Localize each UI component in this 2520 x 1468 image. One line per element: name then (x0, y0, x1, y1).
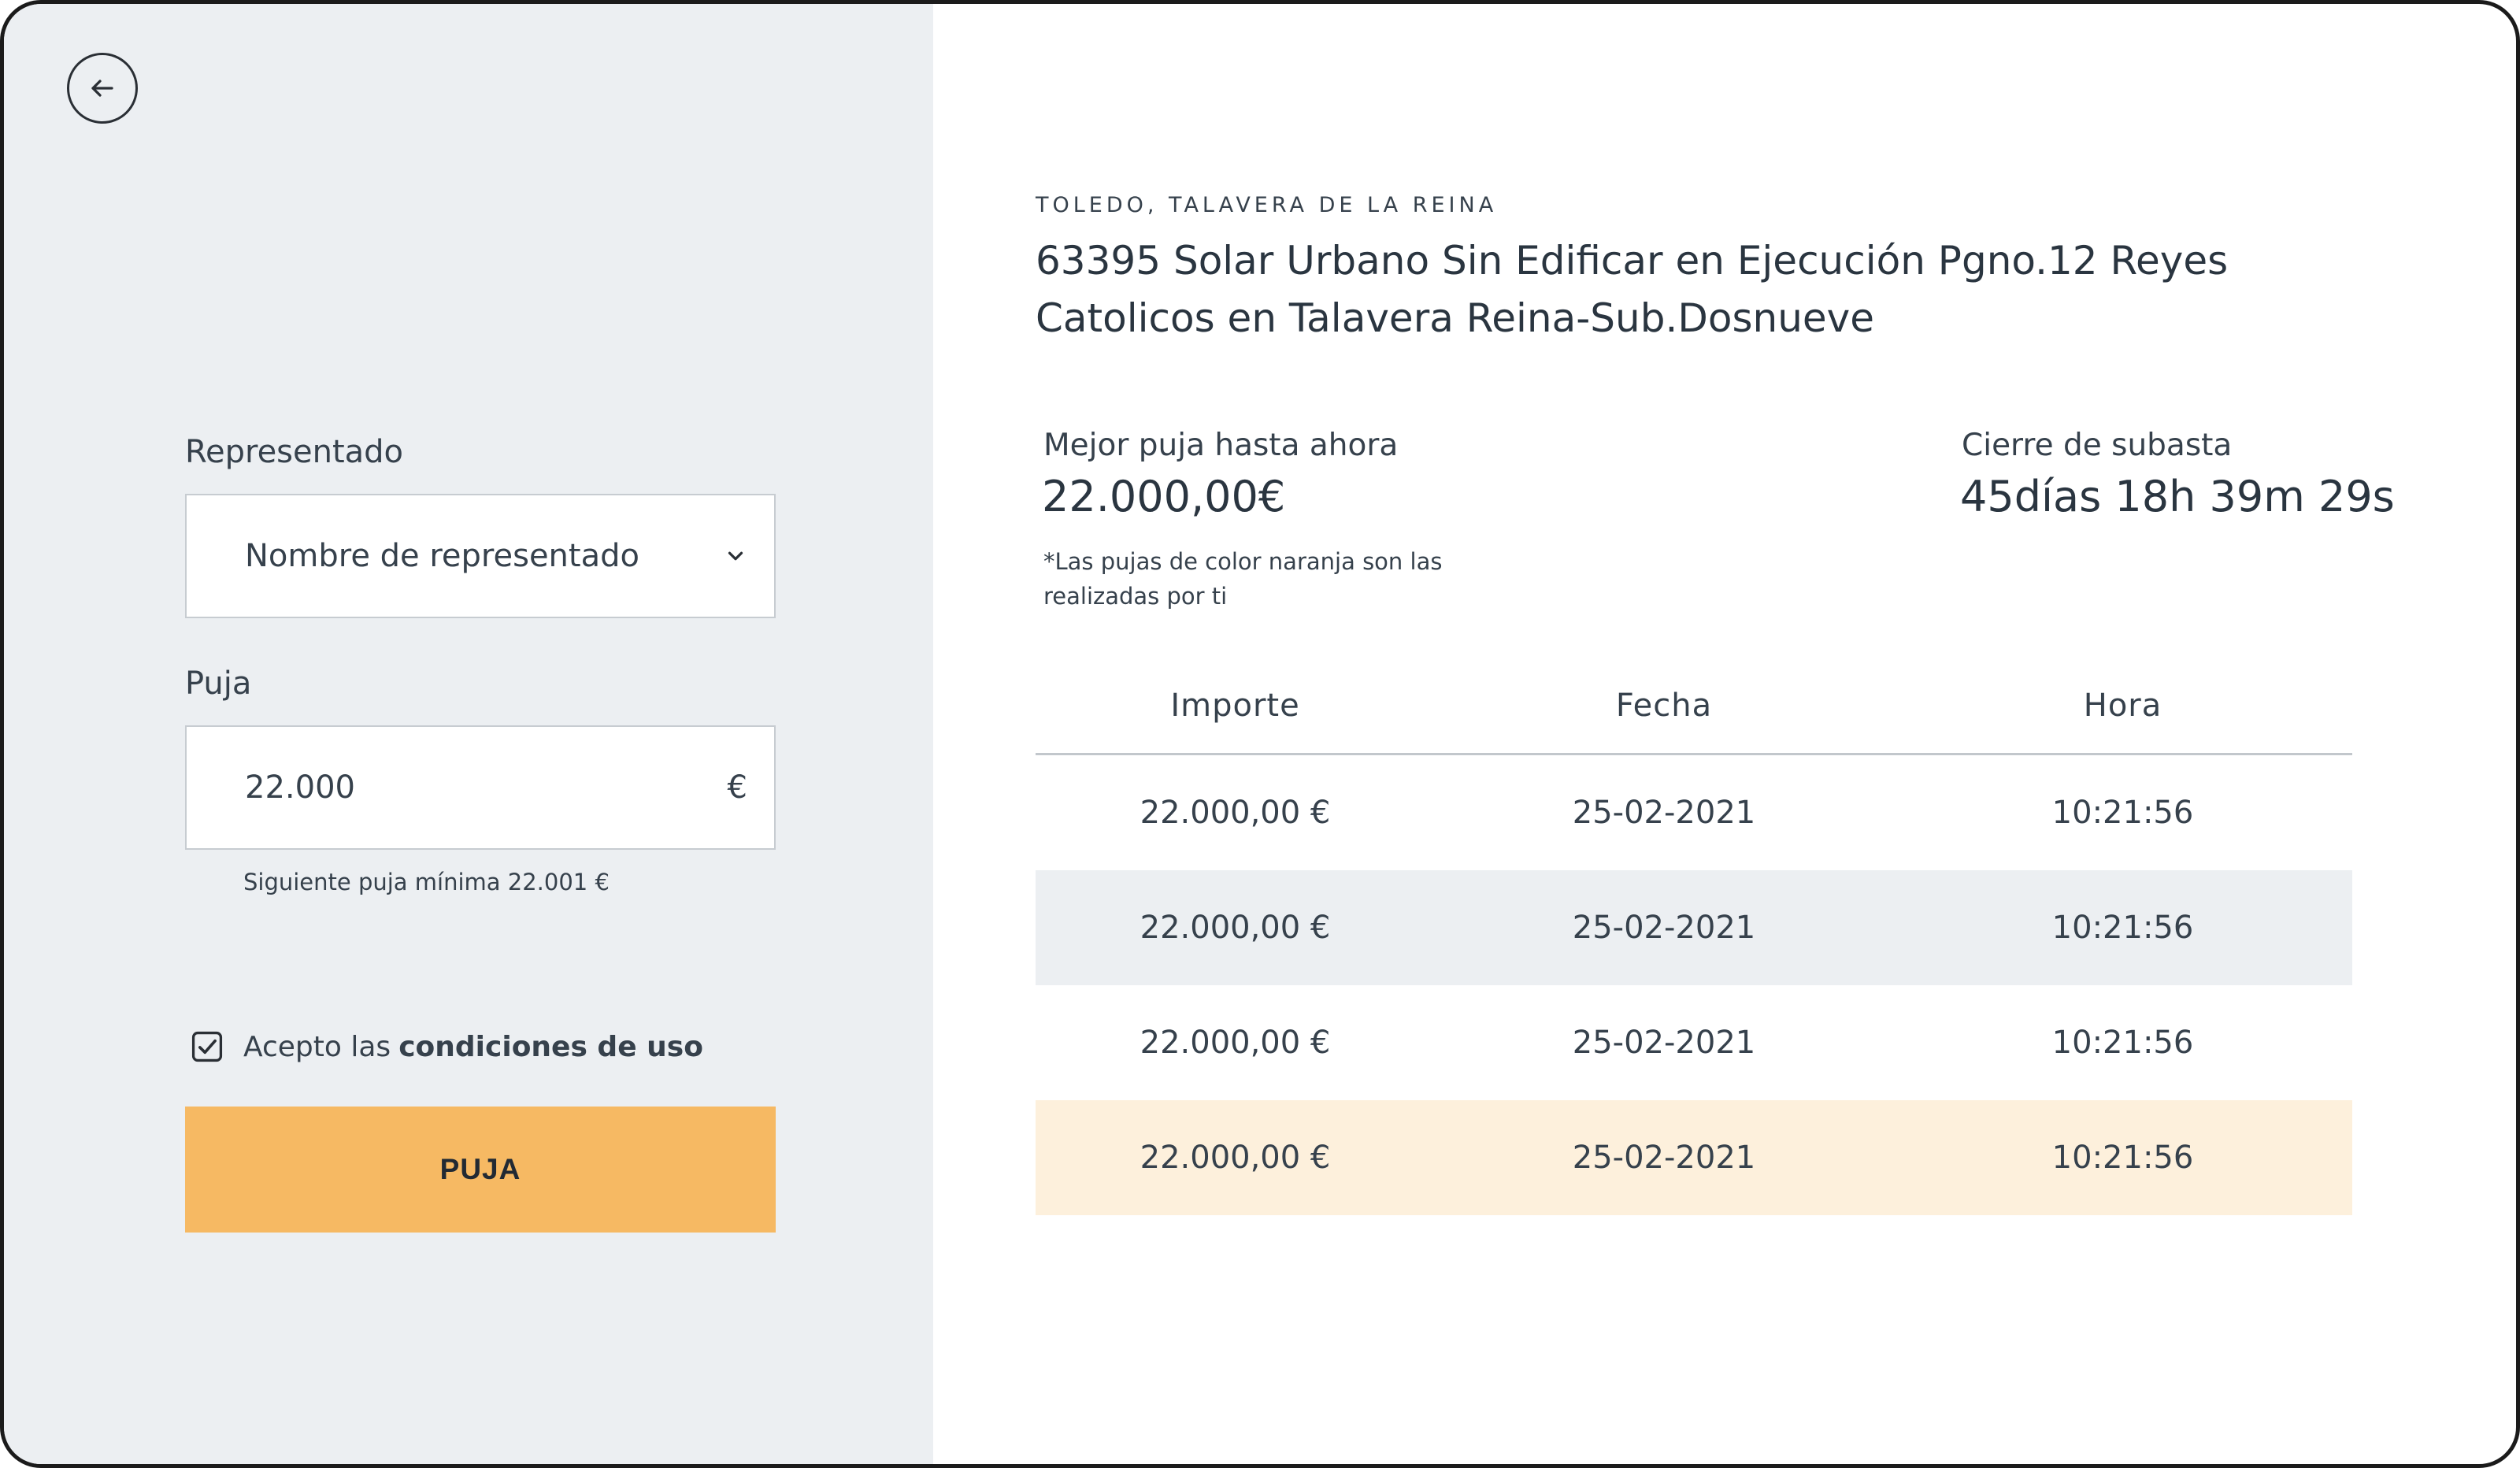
cell-fecha: 25-02-2021 (1572, 1140, 1756, 1176)
auction-close-label: Cierre de subasta (1962, 428, 2233, 463)
table-row: 22.000,00 € 25-02-2021 10:21:56 (1036, 985, 2352, 1100)
chevron-down-icon (728, 551, 743, 561)
terms-link[interactable]: condiciones de uso (398, 1031, 703, 1063)
puja-input-value: 22.000 (245, 769, 355, 806)
checkbox-checked-icon (191, 1031, 223, 1062)
best-bid-label: Mejor puja hasta ahora (1043, 428, 1399, 463)
header-hora: Hora (2083, 687, 2162, 724)
currency-symbol: € (727, 769, 747, 806)
app-window: Representado Nombre de representado Puja… (0, 0, 2520, 1468)
terms-text: Acepto las (243, 1030, 391, 1063)
cell-hora: 10:21:56 (2051, 795, 2194, 831)
table-header: Importe Fecha Hora (1036, 658, 2352, 755)
arrow-left-icon (91, 80, 113, 97)
auction-location: TOLEDO, TALAVERA DE LA REINA (1036, 193, 1498, 217)
best-bid-value: 22.000,00€ (1042, 472, 1286, 521)
min-bid-hint: Siguiente puja mínima 22.001 € (243, 869, 610, 895)
table-row: 22.000,00 € 25-02-2021 10:21:56 (1036, 755, 2352, 870)
cell-hora: 10:21:56 (2051, 910, 2194, 946)
representado-selected-value: Nombre de representado (245, 538, 639, 574)
representado-label: Representado (185, 434, 404, 470)
cell-fecha: 25-02-2021 (1572, 910, 1756, 946)
cell-importe: 22.000,00 € (1140, 1140, 1331, 1176)
cell-importe: 22.000,00 € (1140, 795, 1331, 831)
representado-select[interactable]: Nombre de representado (185, 494, 776, 618)
terms-row: Acepto las condiciones de uso (190, 1029, 703, 1064)
table-row-own-bid: 22.000,00 € 25-02-2021 10:21:56 (1036, 1100, 2352, 1215)
auction-title: 63395 Solar Urbano Sin Edificar en Ejecu… (1036, 238, 2229, 341)
auction-countdown: 45días 18h 39m 29s (1960, 472, 2395, 521)
terms-checkbox[interactable] (190, 1029, 224, 1064)
bids-table: Importe Fecha Hora 22.000,00 € 25-02-202… (1036, 658, 2352, 1215)
submit-bid-button[interactable]: PUJA (185, 1107, 776, 1233)
own-bids-note: *Las pujas de color naranja son las real… (1043, 548, 1443, 610)
puja-input[interactable]: 22.000 € (185, 725, 776, 850)
bid-form-panel: Representado Nombre de representado Puja… (4, 4, 933, 1464)
table-row: 22.000,00 € 25-02-2021 10:21:56 (1036, 870, 2352, 985)
back-button[interactable] (67, 53, 138, 124)
header-fecha: Fecha (1615, 687, 1713, 724)
cell-importe: 22.000,00 € (1140, 1025, 1331, 1061)
puja-label: Puja (185, 665, 252, 702)
cell-hora: 10:21:56 (2051, 1140, 2194, 1176)
cell-fecha: 25-02-2021 (1572, 795, 1756, 831)
cell-importe: 22.000,00 € (1140, 910, 1331, 946)
header-importe: Importe (1170, 687, 1300, 724)
cell-hora: 10:21:56 (2051, 1025, 2194, 1061)
cell-fecha: 25-02-2021 (1572, 1025, 1756, 1061)
